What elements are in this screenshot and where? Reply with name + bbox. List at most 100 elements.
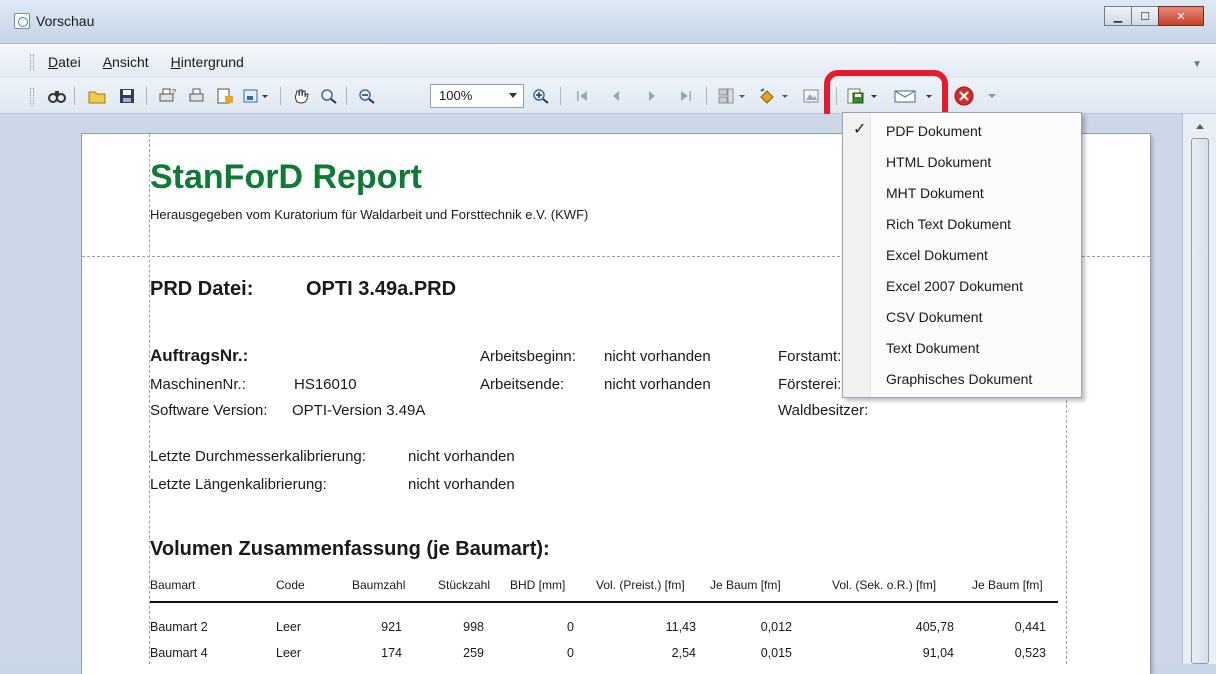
cell-vol-sek: 91,04 [922, 646, 954, 660]
menu-items: Datei Ansicht Hintergrund [48, 54, 244, 70]
report-subtitle: Herausgegeben vom Kuratorium für Waldarb… [150, 207, 589, 222]
ende-label: Arbeitsende: [480, 376, 565, 393]
table-header-rule [150, 601, 1058, 603]
maximize-button[interactable]: ☐ [1131, 6, 1159, 26]
title-bar: Vorschau ▁ ☐ ✕ [0, 0, 1216, 44]
zoom-value: 100% [439, 88, 473, 103]
zoom-select[interactable]: 100% [430, 84, 524, 108]
table-header: Je Baum [fm] [972, 578, 1043, 592]
laengen-label: Letzte Längenkalibrierung: [150, 476, 327, 493]
cell-baumzahl: 174 [381, 646, 402, 660]
vertical-scrollbar[interactable] [1182, 114, 1216, 664]
print-setup-icon[interactable]: ? [156, 86, 178, 106]
scale-icon[interactable] [242, 86, 272, 106]
zoom-in-icon[interactable] [530, 86, 552, 106]
cell-je-baum-sek: 0,523 [1014, 646, 1046, 660]
toolbar-overflow-icon[interactable] [984, 86, 1000, 106]
cell-stueckzahl: 259 [463, 646, 484, 660]
auftrag-label: AuftragsNr.: [150, 346, 249, 365]
cell-vol-sek: 405,78 [915, 620, 954, 634]
menu-item-excel-2007[interactable]: Excel 2007 Dokument [886, 278, 1023, 294]
table-header: Baumzahl [352, 578, 406, 592]
cell-baumzahl: 921 [381, 620, 402, 634]
beginn-label: Arbeitsbeginn: [480, 348, 576, 365]
menu-hintergrund[interactable]: Hintergrund [171, 54, 244, 70]
last-page-icon[interactable] [676, 86, 696, 106]
cell-bhd: 0 [567, 646, 574, 660]
table-header: Vol. (Sek. o.R.) [fm] [832, 578, 937, 592]
multipage-icon[interactable] [716, 86, 750, 106]
menu-gutter [843, 113, 871, 397]
cell-je-baum-sek: 0,441 [1014, 620, 1046, 634]
forstamt-label: Forstamt: [778, 348, 842, 365]
durchmesser-label: Letzte Durchmesserkalibrierung: [150, 448, 366, 465]
close-window-button[interactable]: ✕ [1158, 6, 1204, 26]
cell-code: Leer [276, 646, 302, 660]
cell-stueckzahl: 998 [463, 620, 484, 634]
cell-baumart: Baumart 2 [150, 620, 208, 634]
waldbesitzer-label: Waldbesitzer: [778, 402, 869, 419]
cell-je-baum: 0,015 [760, 646, 792, 660]
cell-code: Leer [276, 620, 302, 634]
watermark-icon[interactable] [800, 86, 822, 106]
menu-overflow-icon[interactable]: ▼ [1192, 59, 1202, 70]
scroll-thumb[interactable] [1191, 138, 1209, 664]
magnifier-icon[interactable] [318, 86, 340, 106]
table-header: Vol. (Preist.) [fm] [596, 578, 685, 592]
table-header: Je Baum [fm] [710, 578, 781, 592]
beginn-value: nicht vorhanden [604, 348, 711, 365]
menu-datei[interactable]: Datei [48, 54, 81, 70]
software-value: OPTI-Version 3.49A [292, 402, 426, 419]
cell-bhd: 0 [567, 620, 574, 634]
menu-item-excel[interactable]: Excel Dokument [886, 247, 988, 263]
menu-item-rtf[interactable]: Rich Text Dokument [886, 216, 1011, 232]
menu-item-html[interactable]: HTML Dokument [886, 154, 991, 170]
menu-item-graphic[interactable]: Graphisches Dokument [886, 371, 1032, 387]
zoom-out-icon[interactable] [356, 86, 378, 106]
cell-vol-preist: 2,54 [671, 646, 696, 660]
table-header: Stückzahl [438, 578, 491, 592]
cell-je-baum: 0,012 [760, 620, 792, 634]
menu-ansicht[interactable]: Ansicht [103, 54, 149, 70]
menu-item-pdf[interactable]: PDF Dokument [886, 123, 982, 139]
maschine-label: MaschinenNr.: [150, 376, 246, 393]
laengen-value: nicht vorhanden [408, 476, 515, 493]
checkmark-icon: ✓ [853, 121, 867, 138]
table-header: Baumart [150, 578, 196, 592]
menu-bar: Datei Ansicht Hintergrund ▼ [0, 44, 1216, 78]
foersterei-label: Försterei: [778, 376, 842, 393]
toolbar-grip[interactable] [30, 88, 34, 106]
next-page-icon[interactable] [642, 86, 662, 106]
ende-value: nicht vorhanden [604, 376, 711, 393]
menu-grip[interactable] [30, 54, 34, 70]
background-color-icon[interactable] [756, 86, 794, 106]
find-icon[interactable] [46, 86, 68, 106]
table-header: BHD [mm] [510, 578, 566, 592]
preview-app-icon [14, 13, 30, 29]
cell-baumart: Baumart 4 [150, 646, 208, 660]
open-icon[interactable] [86, 86, 108, 106]
print-icon[interactable] [186, 86, 208, 106]
minimize-button[interactable]: ▁ [1104, 6, 1132, 26]
prd-value: OPTI 3.49a.PRD [306, 278, 457, 300]
table-header: Code [276, 578, 305, 592]
save-icon[interactable] [116, 86, 138, 106]
menu-item-csv[interactable]: CSV Dokument [886, 309, 982, 325]
chevron-down-icon [509, 93, 517, 98]
window-controls: ▁ ☐ ✕ [1104, 6, 1204, 26]
close-preview-icon[interactable] [952, 86, 976, 106]
maschine-value: HS16010 [294, 376, 357, 393]
cell-vol-preist: 11,43 [665, 620, 696, 634]
prd-label: PRD Datei: [150, 278, 254, 300]
menu-item-text[interactable]: Text Dokument [886, 340, 979, 356]
menu-item-mht[interactable]: MHT Dokument [886, 185, 984, 201]
scroll-up-icon[interactable] [1196, 124, 1204, 129]
window-title: Vorschau [36, 13, 95, 29]
previous-page-icon[interactable] [606, 86, 626, 106]
volumen-title: Volumen Zusammenfassung (je Baumart): [150, 538, 550, 560]
hand-tool-icon[interactable] [290, 86, 312, 106]
software-label: Software Version: [150, 402, 268, 419]
report-title: StanForD Report [150, 158, 422, 196]
page-setup-icon[interactable] [214, 86, 236, 106]
first-page-icon[interactable] [572, 86, 592, 106]
